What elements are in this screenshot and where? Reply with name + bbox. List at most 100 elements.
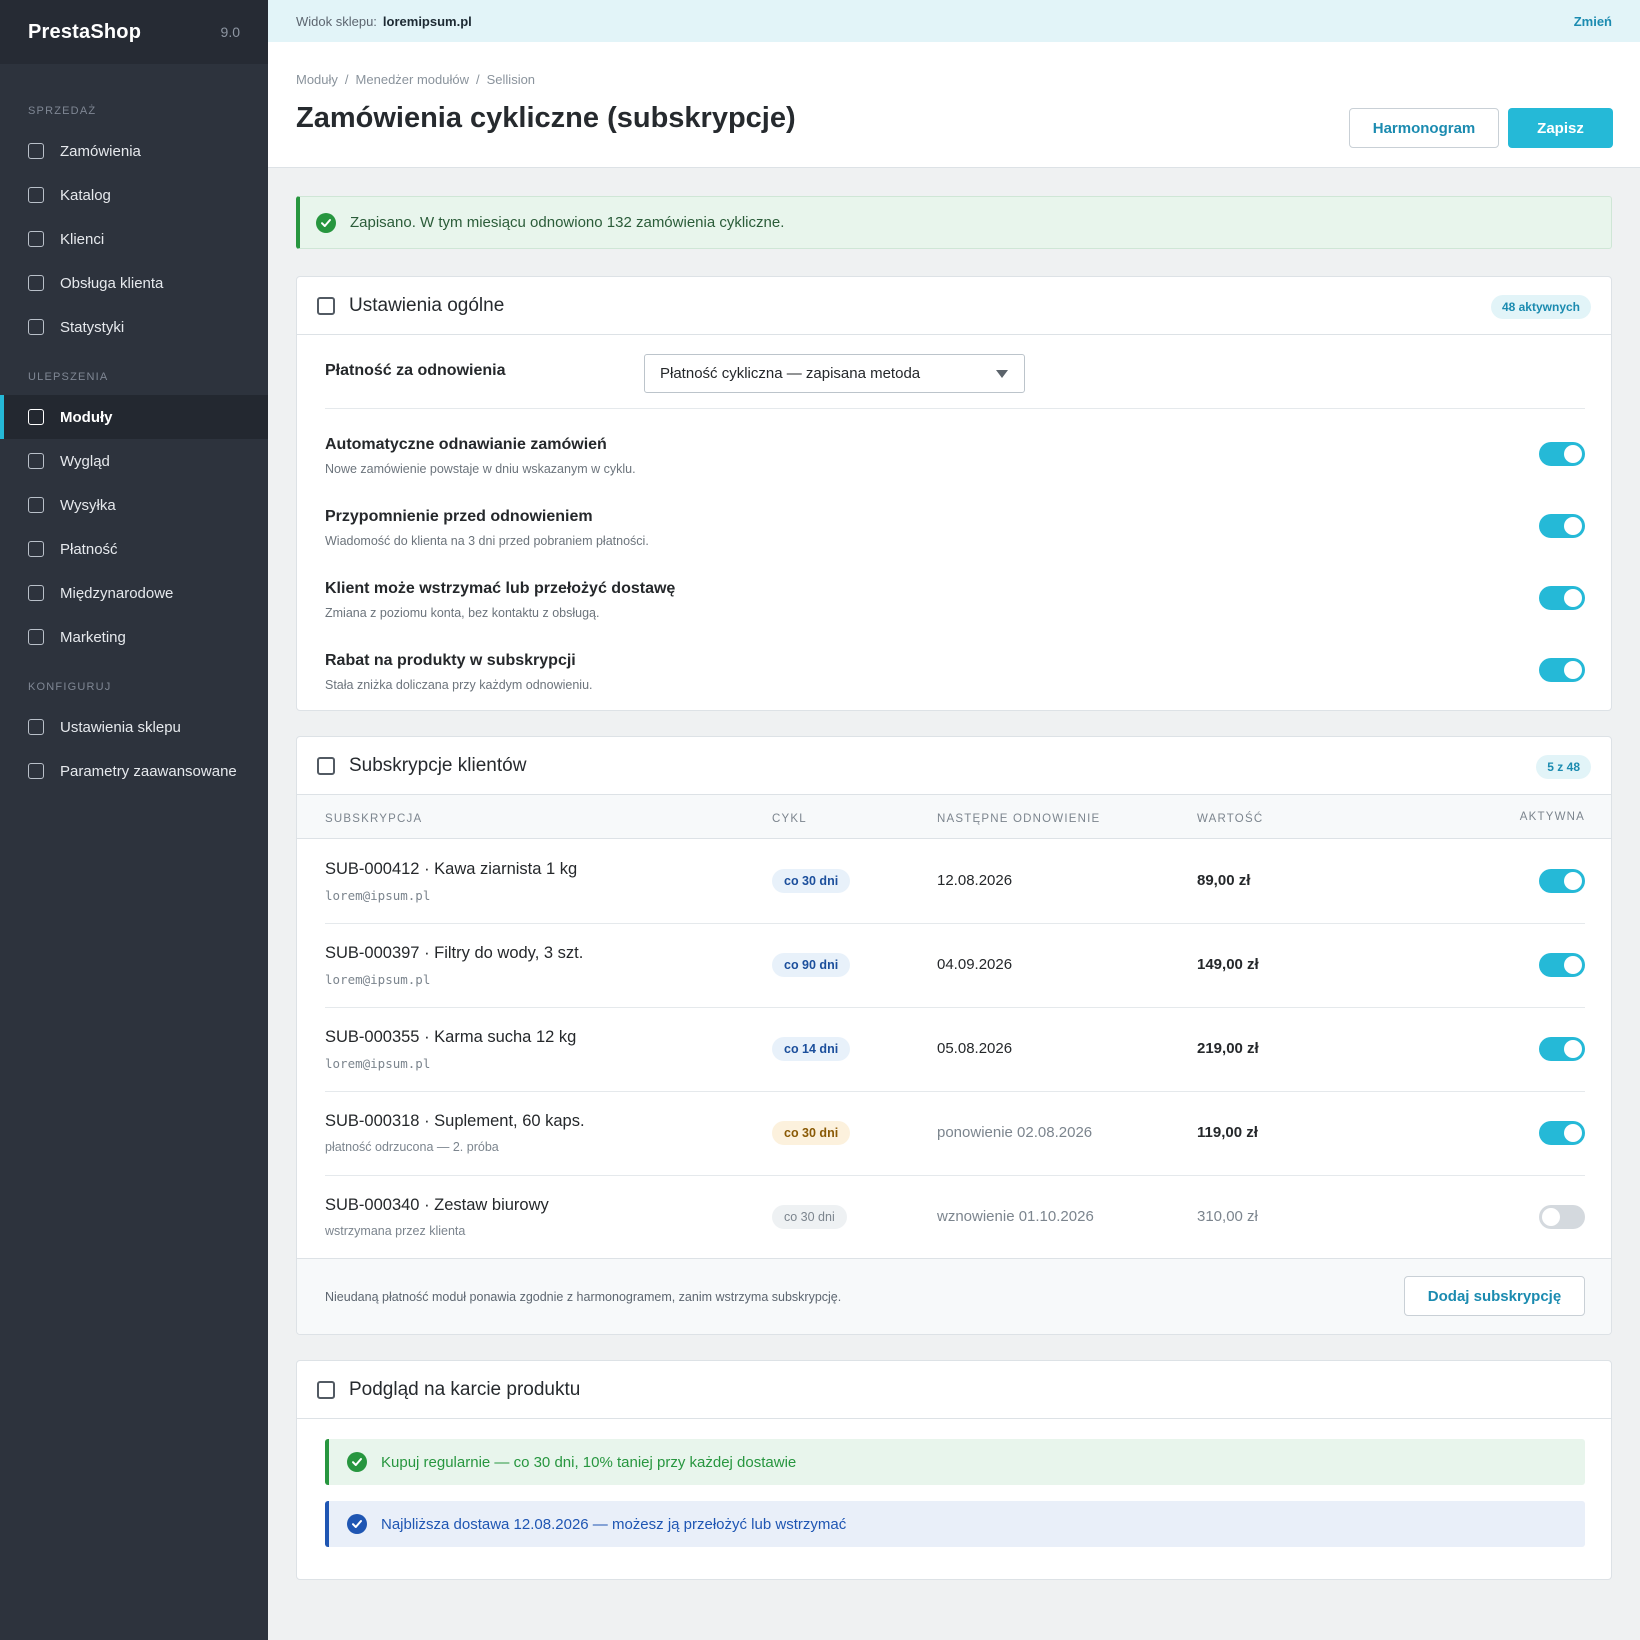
setting-label: Przypomnienie przed odnowieniem	[325, 508, 593, 525]
column-active: AKTYWNA	[1519, 811, 1585, 823]
auto-renew-toggle[interactable]	[1539, 442, 1585, 466]
subscription-name[interactable]: SUB-000340 · Zestaw biurowy	[325, 1196, 549, 1215]
table-row[interactable]: SUB-000340 · Zestaw biurowy wstrzymana p…	[325, 1176, 1585, 1260]
subscription-name[interactable]: SUB-000355 · Karma sucha 12 kg	[325, 1028, 576, 1047]
sidebar-item-international[interactable]: Międzynarodowe	[0, 571, 268, 615]
checkbox-icon	[28, 319, 44, 335]
breadcrumb-item-module-manager[interactable]: Menedżer modułów	[356, 72, 469, 87]
table-row[interactable]: SUB-000318 · Suplement, 60 kaps. płatnoś…	[325, 1092, 1585, 1176]
cycle-badge: co 30 dni	[772, 1121, 851, 1145]
customer-pause-toggle[interactable]	[1539, 586, 1585, 610]
preview-offer-text: Kupuj regularnie — co 30 dni, 10% taniej…	[381, 1453, 797, 1471]
preview-checkbox-icon	[317, 1380, 335, 1399]
checkbox-icon	[28, 719, 44, 735]
table-row[interactable]: SUB-000412 · Kawa ziarnista 1 kg lorem@i…	[325, 840, 1585, 924]
checkbox-icon	[28, 187, 44, 203]
shop-domain-link[interactable]: loremipsum.pl	[383, 14, 472, 29]
card-title: Subskrypcje klientów	[349, 754, 527, 776]
brand-bar: PrestaShop 9.0	[0, 0, 268, 64]
card-footer: Nieudaną płatność moduł ponawia zgodnie …	[297, 1258, 1611, 1334]
success-alert: Zapisano. W tym miesiącu odnowiono 132 z…	[296, 196, 1612, 249]
column-subscription: SUBSKRYPCJA	[325, 813, 423, 825]
cycle-badge: co 30 dni	[772, 869, 851, 893]
payment-method-value: Płatność cykliczna — zapisana metoda	[660, 365, 921, 382]
setting-description: Zmiana z poziomu konta, bez kontaktu z o…	[325, 606, 600, 620]
active-toggle[interactable]	[1539, 1205, 1585, 1229]
checkbox-icon	[28, 231, 44, 247]
sidebar: PrestaShop 9.0 SPRZEDAŻ Zamówienia Katal…	[0, 0, 268, 1640]
checkbox-icon	[28, 763, 44, 779]
nav-section-improve: ULEPSZENIA	[28, 371, 109, 383]
sidebar-item-advanced-parameters[interactable]: Parametry zaawansowane	[0, 749, 268, 793]
shop-view: Widok sklepu: loremipsum.pl	[296, 14, 472, 29]
sidebar-item-stats[interactable]: Statystyki	[0, 305, 268, 349]
sidebar-item-orders[interactable]: Zamówienia	[0, 129, 268, 173]
brand-logo[interactable]: PrestaShop	[28, 21, 141, 44]
checkbox-icon	[28, 497, 44, 513]
sidebar-item-design[interactable]: Wygląd	[0, 439, 268, 483]
sidebar-item-label: Statystyki	[60, 318, 125, 336]
sidebar-item-modules[interactable]: Moduły	[0, 395, 268, 439]
payment-method-select[interactable]: Płatność cykliczna — zapisana metoda	[644, 354, 1025, 393]
subscription-value: 310,00 zł	[1197, 1208, 1258, 1225]
active-toggle[interactable]	[1539, 1037, 1585, 1061]
sidebar-item-label: Zamówienia	[60, 142, 141, 160]
card-header: Podgląd na karcie produktu	[297, 1361, 1611, 1419]
sidebar-item-catalog[interactable]: Katalog	[0, 173, 268, 217]
cycle-badge: co 14 dni	[772, 1037, 851, 1061]
save-button[interactable]: Zapisz	[1508, 108, 1613, 148]
checkbox-icon	[28, 585, 44, 601]
sidebar-item-label: Płatność	[60, 540, 118, 558]
setting-description: Nowe zamówienie powstaje w dniu wskazany…	[325, 462, 636, 476]
sidebar-item-customer-service[interactable]: Obsługa klienta	[0, 261, 268, 305]
subscription-name[interactable]: SUB-000318 · Suplement, 60 kaps.	[325, 1112, 585, 1131]
checkbox-icon	[28, 541, 44, 557]
setting-reminder: Przypomnienie przed odnowieniem Wiadomoś…	[325, 508, 1585, 558]
card-header: Subskrypcje klientów 5 z 48	[297, 737, 1611, 795]
breadcrumb-item-modules[interactable]: Moduły	[296, 72, 338, 87]
caret-down-icon	[996, 370, 1008, 378]
sidebar-item-customers[interactable]: Klienci	[0, 217, 268, 261]
sidebar-item-label: Moduły	[60, 408, 113, 426]
check-circle-icon	[347, 1452, 367, 1472]
shop-view-bar: Widok sklepu: loremipsum.pl Zmień	[268, 0, 1640, 42]
setting-label: Rabat na produkty w subskrypcji	[325, 652, 576, 669]
sidebar-item-label: Katalog	[60, 186, 111, 204]
sidebar-item-shop-parameters[interactable]: Ustawienia sklepu	[0, 705, 268, 749]
sidebar-item-label: Międzynarodowe	[60, 584, 174, 602]
sidebar-item-label: Klienci	[60, 230, 105, 248]
sidebar-item-shipping[interactable]: Wysyłka	[0, 483, 268, 527]
schedule-button[interactable]: Harmonogram	[1349, 108, 1499, 148]
subscription-name[interactable]: SUB-000397 · Filtry do wody, 3 szt.	[325, 944, 583, 963]
checkbox-icon	[28, 143, 44, 159]
checkbox-icon	[28, 453, 44, 469]
sidebar-item-payment[interactable]: Płatność	[0, 527, 268, 571]
active-toggle[interactable]	[1539, 953, 1585, 977]
payment-method-row: Płatność za odnowienia Płatność cykliczn…	[325, 354, 1585, 394]
shop-view-label: Widok sklepu:	[296, 13, 377, 29]
change-shop-link[interactable]: Zmień	[1574, 14, 1612, 29]
sidebar-item-marketing[interactable]: Marketing	[0, 615, 268, 659]
active-toggle[interactable]	[1539, 1121, 1585, 1145]
setting-discount: Rabat na produkty w subskrypcji Stała zn…	[325, 652, 1585, 702]
add-subscription-button[interactable]: Dodaj subskrypcję	[1404, 1276, 1585, 1316]
sidebar-item-label: Marketing	[60, 628, 126, 646]
subscription-name[interactable]: SUB-000412 · Kawa ziarnista 1 kg	[325, 860, 577, 879]
general-settings-card: Ustawienia ogólne 48 aktywnych Płatność …	[296, 276, 1612, 711]
breadcrumb-separator: /	[476, 72, 480, 87]
nav-section-configure: KONFIGURUJ	[28, 681, 112, 693]
table-row[interactable]: SUB-000355 · Karma sucha 12 kg lorem@ips…	[325, 1008, 1585, 1092]
setting-label: Klient może wstrzymać lub przełożyć dost…	[325, 580, 676, 597]
column-cycle: CYKL	[772, 813, 807, 825]
next-renewal: 04.09.2026	[937, 956, 1013, 973]
table-header: SUBSKRYPCJA CYKL NASTĘPNE ODNOWIENIE WAR…	[297, 795, 1611, 839]
reminder-toggle[interactable]	[1539, 514, 1585, 538]
version-label: 9.0	[220, 24, 240, 40]
divider	[325, 408, 1585, 409]
discount-toggle[interactable]	[1539, 658, 1585, 682]
check-circle-icon	[316, 212, 336, 233]
subscriptions-card: Subskrypcje klientów 5 z 48 SUBSKRYPCJA …	[296, 736, 1612, 1335]
subscription-value: 149,00 zł	[1197, 956, 1259, 973]
table-row[interactable]: SUB-000397 · Filtry do wody, 3 szt. lore…	[325, 924, 1585, 1008]
active-toggle[interactable]	[1539, 869, 1585, 893]
